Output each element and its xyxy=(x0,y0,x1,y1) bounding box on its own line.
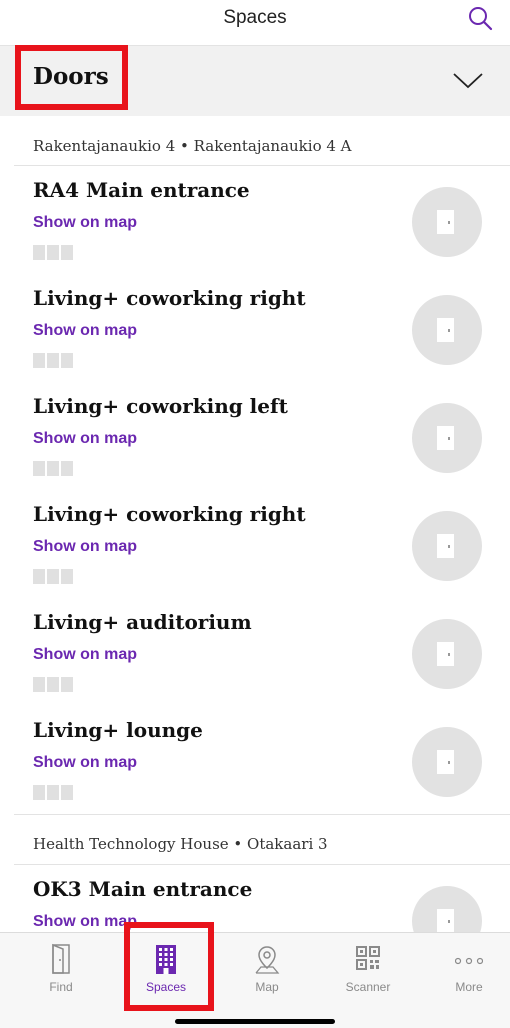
door-icon xyxy=(437,534,454,558)
show-on-map-link[interactable]: Show on map xyxy=(33,538,137,556)
signal-indicator xyxy=(33,461,75,476)
door-item: Living+ coworking right Show on map xyxy=(0,502,510,610)
spaces-highlight-box xyxy=(124,922,214,1011)
group-header: Health Technology House • Otakaari 3 xyxy=(33,835,328,853)
open-door-button[interactable] xyxy=(412,403,482,473)
door-name: OK3 Main entrance xyxy=(33,877,253,901)
show-on-map-link[interactable]: Show on map xyxy=(33,430,137,448)
signal-indicator xyxy=(33,353,75,368)
signal-indicator xyxy=(33,677,75,692)
page-title: Spaces xyxy=(223,7,287,28)
show-on-map-link[interactable]: Show on map xyxy=(33,214,137,232)
more-dots-icon xyxy=(455,957,483,965)
divider xyxy=(14,814,510,815)
door-item: Living+ auditorium Show on map xyxy=(0,610,510,718)
tab-map[interactable]: Map xyxy=(216,933,318,1005)
door-name: Living+ auditorium xyxy=(33,610,252,634)
tab-find[interactable]: Find xyxy=(10,933,112,1005)
door-item: Living+ coworking right Show on map xyxy=(0,286,510,394)
tab-label: More xyxy=(455,980,483,994)
show-on-map-link[interactable]: Show on map xyxy=(33,322,137,340)
door-name: Living+ lounge xyxy=(33,718,203,742)
home-indicator xyxy=(175,1019,335,1024)
tab-more[interactable]: More xyxy=(418,933,510,1005)
door-icon xyxy=(437,642,454,666)
chevron-down-icon[interactable] xyxy=(452,72,484,90)
door-item: RA4 Main entrance Show on map xyxy=(0,178,510,286)
divider xyxy=(14,864,510,865)
door-icon xyxy=(437,426,454,450)
door-name: RA4 Main entrance xyxy=(33,178,250,202)
map-pin-icon xyxy=(255,946,280,974)
tab-label: Map xyxy=(255,980,279,994)
qr-code-icon xyxy=(356,946,380,970)
signal-indicator xyxy=(33,245,75,260)
doors-highlight-box xyxy=(15,45,128,110)
door-name: Living+ coworking right xyxy=(33,502,306,526)
door-icon xyxy=(437,318,454,342)
open-door-button[interactable] xyxy=(412,187,482,257)
show-on-map-link[interactable]: Show on map xyxy=(33,913,137,931)
search-icon[interactable] xyxy=(466,5,494,33)
door-item: Living+ coworking left Show on map xyxy=(0,394,510,502)
door-name: Living+ coworking left xyxy=(33,394,288,418)
signal-indicator xyxy=(33,785,75,800)
tab-label: Find xyxy=(49,980,73,994)
divider xyxy=(14,165,510,166)
show-on-map-link[interactable]: Show on map xyxy=(33,754,137,772)
open-door-button[interactable] xyxy=(412,511,482,581)
show-on-map-link[interactable]: Show on map xyxy=(33,646,137,664)
tab-scanner[interactable]: Scanner xyxy=(317,933,419,1005)
tab-bar: Find Spaces Map Scanner More xyxy=(0,932,510,1028)
door-item: Living+ lounge Show on map xyxy=(0,718,510,826)
open-door-button[interactable] xyxy=(412,295,482,365)
top-bar: Spaces xyxy=(0,0,510,44)
door-name: Living+ coworking right xyxy=(33,286,306,310)
open-door-button[interactable] xyxy=(412,727,482,797)
signal-indicator xyxy=(33,569,75,584)
door-icon xyxy=(437,909,454,933)
tab-label: Scanner xyxy=(345,980,391,994)
group-header: Rakentajanaukio 4 • Rakentajanaukio 4 A xyxy=(33,137,352,155)
door-icon xyxy=(437,210,454,234)
door-icon xyxy=(437,750,454,774)
open-door-button[interactable] xyxy=(412,619,482,689)
door-icon xyxy=(52,943,70,974)
